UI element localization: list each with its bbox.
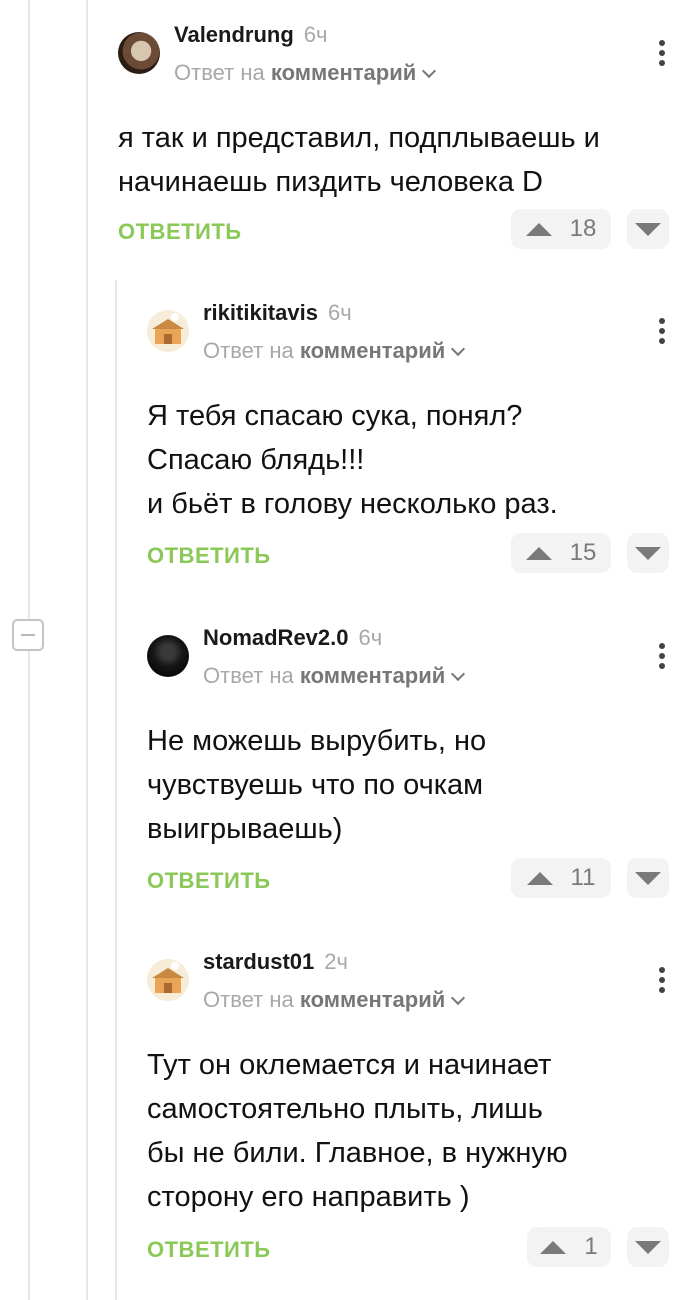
comment-text: Тут он оклемается и начинает самостоятел…: [147, 1043, 568, 1219]
reply-button[interactable]: ОТВЕТИТЬ: [118, 219, 242, 245]
collapse-thread-button[interactable]: [12, 619, 44, 651]
triangle-down-icon: [635, 872, 661, 885]
triangle-down-icon: [635, 547, 661, 560]
comment-text-line: Не можешь вырубить, но: [147, 725, 487, 757]
comment-text-line: Тут он оклемается и начинает: [147, 1049, 552, 1081]
kebab-icon[interactable]: [659, 318, 665, 348]
triangle-up-icon: [525, 222, 552, 236]
rating-count: 11: [570, 864, 596, 891]
comment-username[interactable]: stardust01 2ч: [203, 949, 348, 975]
triangle-up-icon: [526, 871, 553, 885]
reply-to-link[interactable]: Ответ на комментарий: [203, 987, 466, 1013]
rating-count: 18: [569, 215, 597, 242]
upvote-button[interactable]: 1: [527, 1227, 611, 1267]
comment-text-line: бы не били. Главное, в нужную: [147, 1137, 568, 1169]
comment-text-line: самостоятельно плыть, лишь: [147, 1093, 543, 1125]
comment-text-line: выигрываешь): [147, 813, 343, 845]
reply-to-target[interactable]: комментарий: [300, 338, 445, 363]
kebab-icon[interactable]: [659, 643, 665, 673]
comment-time: 6ч: [358, 625, 383, 650]
reply-button[interactable]: ОТВЕТИТЬ: [147, 543, 271, 569]
thread-rail-inner: [115, 280, 117, 1300]
username-text[interactable]: NomadRev2.0: [203, 625, 349, 650]
reply-to-link[interactable]: Ответ на комментарий: [203, 663, 466, 689]
reply-to-prefix: Ответ на: [174, 60, 265, 85]
rating-count: 1: [584, 1233, 598, 1260]
user-avatar[interactable]: [147, 959, 189, 1001]
comment-text-line: и бьёт в голову несколько раз.: [147, 488, 558, 520]
comment-text-line: чувствуешь что по очкам: [147, 769, 484, 801]
reply-button[interactable]: ОТВЕТИТЬ: [147, 1237, 271, 1263]
comment-text-line: Я тебя спасаю сука, понял?: [147, 400, 523, 432]
triangle-up-icon: [540, 1240, 567, 1254]
reply-to-target[interactable]: комментарий: [300, 663, 445, 688]
upvote-button[interactable]: 18: [511, 209, 611, 249]
triangle-up-icon: [525, 546, 552, 560]
reply-to-prefix: Ответ на: [203, 663, 294, 688]
comment-time: 6ч: [303, 22, 328, 47]
user-avatar[interactable]: [118, 32, 160, 74]
chevron-down-icon[interactable]: [451, 666, 466, 682]
rating-count: 15: [569, 539, 597, 566]
reply-to-target[interactable]: комментарий: [271, 60, 416, 85]
triangle-down-icon: [635, 1241, 661, 1254]
reply-to-link[interactable]: Ответ на комментарий: [174, 60, 437, 86]
username-text[interactable]: rikitikitavis: [203, 300, 318, 325]
reply-to-prefix: Ответ на: [203, 338, 294, 363]
comment-time: 2ч: [324, 949, 348, 974]
house-icon: [152, 962, 184, 993]
downvote-button[interactable]: [627, 1227, 669, 1267]
reply-to-target[interactable]: комментарий: [300, 987, 445, 1012]
comment-text-line: начинаешь пиздить человека D: [118, 166, 543, 198]
upvote-button[interactable]: 11: [511, 858, 611, 898]
downvote-button[interactable]: [627, 858, 669, 898]
thread-rail-outer-2: [86, 0, 88, 1300]
downvote-button[interactable]: [627, 533, 669, 573]
chevron-down-icon[interactable]: [451, 990, 466, 1006]
reply-to-prefix: Ответ на: [203, 987, 294, 1012]
comment-time: 6ч: [327, 300, 352, 325]
upvote-button[interactable]: 15: [511, 533, 611, 573]
chevron-down-icon[interactable]: [451, 341, 466, 357]
username-text[interactable]: Valendrung: [174, 22, 294, 47]
comment-username[interactable]: Valendrung 6ч: [174, 22, 328, 48]
reply-button[interactable]: ОТВЕТИТЬ: [147, 868, 271, 894]
downvote-button[interactable]: [627, 209, 669, 249]
comment-text: Я тебя спасаю сука, понял? Спасаю блядь!…: [147, 394, 558, 526]
chevron-down-icon[interactable]: [422, 63, 437, 79]
kebab-icon[interactable]: [659, 967, 665, 997]
comment-username[interactable]: NomadRev2.0 6ч: [203, 625, 382, 651]
reply-to-link[interactable]: Ответ на комментарий: [203, 338, 466, 364]
comment-text: я так и представил, подплываешь и начина…: [118, 116, 600, 204]
comment-text-line: Спасаю блядь!!!: [147, 444, 365, 476]
user-avatar[interactable]: [147, 635, 189, 677]
kebab-icon[interactable]: [659, 40, 665, 70]
comment-username[interactable]: rikitikitavis 6ч: [203, 300, 352, 326]
comment-text: Не можешь вырубить, но чувствуешь что по…: [147, 719, 486, 851]
comment-text-line: я так и представил, подплываешь и: [118, 122, 600, 154]
triangle-down-icon: [635, 223, 661, 236]
comment-text-line: сторону его направить ): [147, 1181, 470, 1213]
username-text[interactable]: stardust01: [203, 949, 314, 974]
user-avatar[interactable]: [147, 310, 189, 352]
house-icon: [152, 313, 184, 344]
